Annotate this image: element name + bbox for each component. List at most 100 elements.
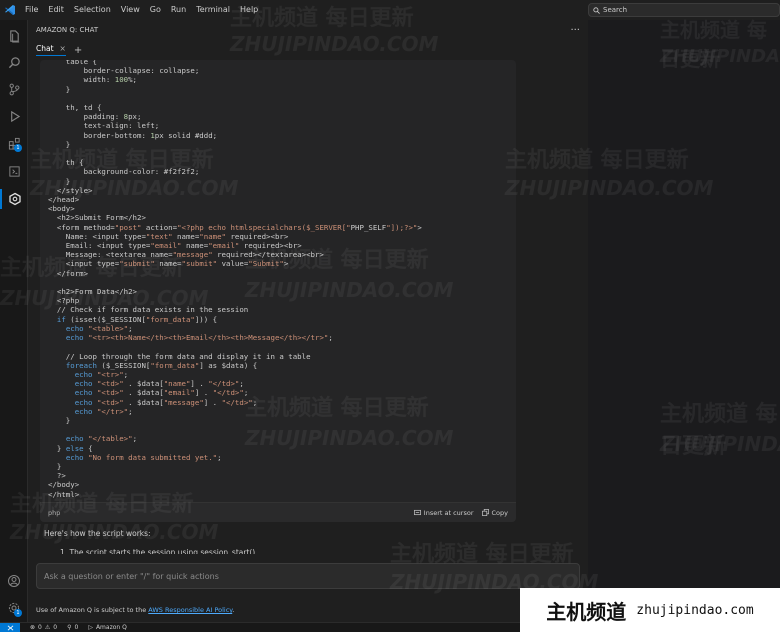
activity-bar: 1 1 <box>0 20 28 622</box>
menu-item-help[interactable]: Help <box>235 0 263 20</box>
code-line: Message: <textarea name="message" requir… <box>48 250 324 260</box>
policy-prefix: Use of Amazon Q is subject to the <box>36 606 149 614</box>
code-block: table { border-collapse: collapse; width… <box>40 60 516 522</box>
code-line: background-color: #f2f2f2; <box>83 167 200 177</box>
menu-bar: File Edit Selection View Go Run Terminal Help <box>20 0 263 20</box>
warning-count: 0 <box>53 624 58 631</box>
code-language-label: php <box>48 508 61 517</box>
menu-item-selection[interactable]: Selection <box>69 0 116 20</box>
search-icon <box>593 6 600 14</box>
amazon-q-status-icon: ▷ <box>88 624 93 631</box>
close-tab-icon[interactable]: × <box>60 44 66 53</box>
remote-indicator-icon[interactable] <box>0 622 20 632</box>
new-tab-button[interactable]: + <box>74 45 82 56</box>
explanation-step-1: 1. The script starts the session using s… <box>60 548 258 554</box>
code-line: <h2>Submit Form</h2> <box>56 213 146 223</box>
code-line: <input type="submit" name="submit" value… <box>48 259 289 269</box>
tab-chat-label: Chat <box>36 44 54 53</box>
panel-title: AMAZON Q: CHAT <box>36 26 99 34</box>
more-actions-icon[interactable]: ··· <box>570 25 580 36</box>
policy-suffix: . <box>232 606 235 614</box>
amazon-q-status[interactable]: ▷ Amazon Q <box>88 624 127 631</box>
code-line: echo "<td>" . $data["email"] . "</td>"; <box>74 388 249 398</box>
title-bar: File Edit Selection View Go Run Terminal Help S… <box>0 0 780 20</box>
code-line: <body> <box>48 204 75 214</box>
warning-icon: ⚠ <box>44 624 51 631</box>
run-debug-icon[interactable] <box>4 106 24 126</box>
code-line: echo "No form data submitted yet."; <box>65 452 222 462</box>
code-line: th { <box>65 158 84 168</box>
code-line: } <box>65 139 71 149</box>
menu-item-view[interactable]: View <box>116 0 145 20</box>
ports-icon: ⚲ <box>67 624 72 631</box>
code-block-footer: php Insert at cursor Copy <box>40 502 516 522</box>
vscode-logo-icon <box>0 0 20 20</box>
settings-gear-icon[interactable]: 1 <box>4 598 24 618</box>
code-line: echo "<td>" . $data["name"] . "</td>"; <box>74 379 244 389</box>
code-line: text-align: left; <box>83 121 160 131</box>
code-line: echo "<td>" . $data["message"] . "</td>"… <box>74 397 258 407</box>
code-line: border-bottom: 1px solid #ddd; <box>48 130 218 140</box>
editor-area <box>588 20 780 622</box>
amazon-q-icon[interactable] <box>0 189 28 209</box>
code-line: echo "</tr>"; <box>74 406 133 416</box>
chat-tabs: Chat × + <box>28 40 588 60</box>
source-control-icon[interactable] <box>4 79 24 99</box>
code-line: width: 100%; <box>48 75 138 85</box>
code-line: echo "<tr>"; <box>74 369 129 379</box>
search-icon[interactable] <box>4 52 24 72</box>
code-line: echo "</table>"; <box>65 434 138 444</box>
explanation-text: Here's how the script works: <box>44 529 151 538</box>
error-icon: ⊗ <box>30 624 36 631</box>
amazon-q-chat-panel: AMAZON Q: CHAT ··· Chat × + table { bord… <box>28 20 588 622</box>
amazon-q-status-label: Amazon Q <box>95 624 127 631</box>
copy-icon <box>481 509 489 516</box>
brand-watermark-name: 主机频道 <box>546 599 627 624</box>
command-search-box[interactable]: Search <box>588 3 780 17</box>
settings-badge: 1 <box>14 609 22 617</box>
ports-count: 0 <box>74 624 79 631</box>
panel-header: AMAZON Q: CHAT ··· <box>28 20 588 40</box>
code-line: Name: <input type="text" name="name" req… <box>48 231 289 241</box>
code-line: if (isset($_SESSION["form_data"])) { <box>56 314 218 324</box>
menu-item-go[interactable]: Go <box>145 0 166 20</box>
insert-at-cursor-label: Insert at cursor <box>423 508 474 517</box>
responsible-ai-policy-link[interactable]: AWS Responsible AI Policy <box>148 606 232 614</box>
code-line: <form method="post" action="<?php echo h… <box>48 222 422 232</box>
extensions-badge: 1 <box>14 144 22 152</box>
menu-item-edit[interactable]: Edit <box>43 0 69 20</box>
insert-icon <box>413 509 421 516</box>
code-line: foreach ($_SESSION["form_data"] as $data… <box>65 360 258 370</box>
ports-indicator[interactable]: ⚲ 0 <box>67 624 78 631</box>
code-line: // Check if form data exists in the sess… <box>48 305 249 315</box>
explorer-icon[interactable] <box>4 26 24 46</box>
remote-explorer-icon[interactable] <box>4 161 24 181</box>
code-line: </form> <box>56 268 89 278</box>
code-line: echo "<tr><th>Name</th><th>Email</th><th… <box>65 333 333 343</box>
code-line: th, td { <box>65 103 102 113</box>
menu-item-terminal[interactable]: Terminal <box>191 0 235 20</box>
policy-notice: Use of Amazon Q is subject to the AWS Re… <box>36 606 234 614</box>
code-line: </style> <box>56 185 93 195</box>
problems-indicator[interactable]: ⊗ 0 ⚠ 0 <box>30 624 57 631</box>
extensions-icon[interactable]: 1 <box>4 133 24 153</box>
code-line: } <box>65 84 71 94</box>
copy-button[interactable]: Copy <box>481 509 508 517</box>
code-content[interactable]: table { border-collapse: collapse; width… <box>40 60 516 499</box>
code-line: } else { <box>48 443 93 453</box>
code-line: border-collapse: collapse; <box>83 66 200 76</box>
code-line: </head> <box>48 195 80 205</box>
insert-at-cursor-button[interactable]: Insert at cursor <box>413 508 474 517</box>
ask-question-input[interactable]: Ask a question or enter "/" for quick ac… <box>36 563 580 589</box>
menu-item-run[interactable]: Run <box>166 0 191 20</box>
code-line: table { <box>65 60 97 66</box>
code-line: } <box>56 461 62 471</box>
tab-chat[interactable]: Chat × <box>36 44 66 56</box>
accounts-icon[interactable] <box>4 571 24 591</box>
error-count: 0 <box>38 624 42 631</box>
code-line: } <box>65 176 71 186</box>
code-line: </body> <box>48 480 80 490</box>
code-line: echo "<table>"; <box>65 323 133 333</box>
menu-item-file[interactable]: File <box>20 0 43 20</box>
code-line: </html> <box>48 489 80 499</box>
